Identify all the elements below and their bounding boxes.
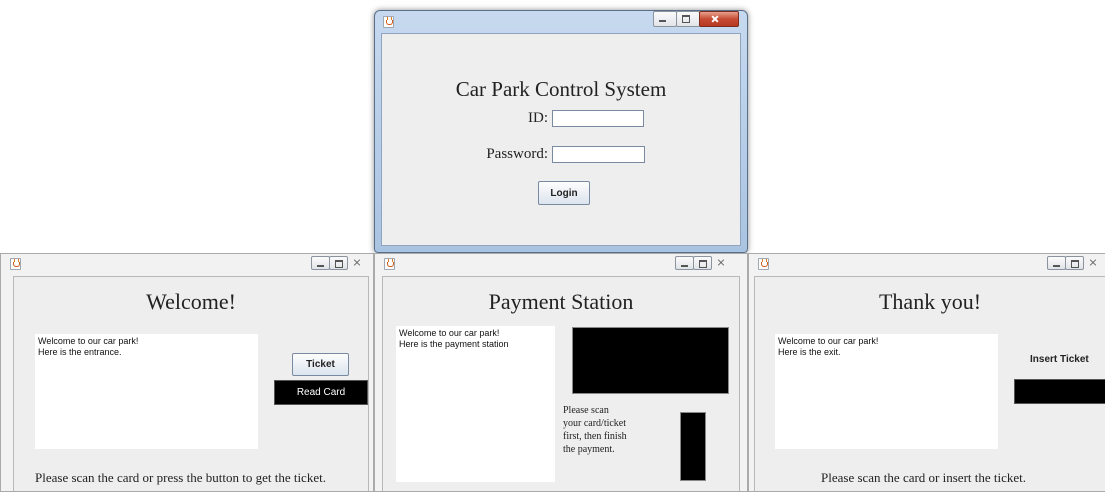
- maximize-icon[interactable]: [693, 256, 712, 270]
- entrance-titlebar[interactable]: [1, 254, 373, 272]
- exit-instruction: Please scan the card or insert the ticke…: [821, 470, 1027, 485]
- close-icon[interactable]: [347, 256, 367, 270]
- maximize-icon[interactable]: [676, 11, 700, 27]
- instruction-line: the payment.: [563, 444, 615, 455]
- ticket-slot[interactable]: [1014, 379, 1105, 404]
- payment-panel: Payment Station Welcome to our car park!…: [382, 276, 740, 491]
- payment-titlebar[interactable]: [375, 254, 747, 272]
- id-label: ID:: [528, 110, 548, 126]
- close-icon[interactable]: [699, 11, 739, 27]
- log-line: Welcome to our car park!: [778, 336, 879, 346]
- entrance-log[interactable]: Welcome to our car park! Here is the ent…: [35, 334, 258, 449]
- exit-window: Thank you! Welcome to our car park! Here…: [748, 253, 1105, 492]
- password-label: Password:: [486, 146, 548, 162]
- minimize-icon[interactable]: [653, 11, 677, 27]
- page-title: Payment Station: [488, 289, 634, 314]
- close-icon[interactable]: [711, 256, 739, 270]
- ticket-button[interactable]: Ticket: [292, 353, 349, 376]
- payment-display: [572, 327, 729, 394]
- login-window: Car Park Control System ID: Password: Lo…: [374, 10, 748, 253]
- password-field[interactable]: [552, 146, 645, 163]
- maximize-icon[interactable]: [1065, 256, 1084, 270]
- payment-log[interactable]: Welcome to our car park! Here is the pay…: [396, 326, 555, 482]
- payment-window: Payment Station Welcome to our car park!…: [374, 253, 748, 492]
- insert-ticket-button[interactable]: Insert Ticket: [1030, 354, 1089, 365]
- exit-titlebar[interactable]: [749, 254, 1105, 272]
- minimize-icon[interactable]: [1047, 256, 1066, 270]
- close-icon[interactable]: [1083, 256, 1103, 270]
- read-card-label: Read Card: [296, 387, 346, 398]
- java-icon: [758, 258, 769, 270]
- instruction-line: Please scan: [563, 405, 609, 416]
- id-field[interactable]: [552, 110, 644, 127]
- log-line: Here is the payment station: [399, 339, 509, 349]
- maximize-icon[interactable]: [329, 256, 348, 270]
- login-titlebar[interactable]: [375, 11, 747, 33]
- page-title: Car Park Control System: [455, 77, 667, 101]
- read-card-button[interactable]: Read Card: [274, 380, 368, 405]
- java-icon: [383, 16, 394, 28]
- entrance-instruction: Please scan the card or press the button…: [35, 470, 326, 485]
- exit-panel: Thank you! Welcome to our car park! Here…: [754, 276, 1105, 491]
- minimize-icon[interactable]: [675, 256, 694, 270]
- instruction-line: your card/ticket: [563, 418, 627, 429]
- java-icon: [10, 258, 21, 270]
- page-title: Welcome!: [146, 289, 236, 314]
- payment-instruction: Please scan your card/ticket first, then…: [563, 404, 627, 456]
- log-line: Here is the exit.: [778, 347, 841, 357]
- login-button[interactable]: Login: [538, 181, 590, 205]
- instruction-line: first, then finish: [563, 431, 627, 442]
- exit-log[interactable]: Welcome to our car park! Here is the exi…: [775, 334, 998, 449]
- payment-slot[interactable]: [680, 412, 706, 481]
- log-line: Welcome to our car park!: [399, 328, 500, 338]
- log-line: Welcome to our car park!: [38, 336, 139, 346]
- entrance-panel: Welcome! Welcome to our car park! Here i…: [13, 276, 369, 491]
- log-line: Here is the entrance.: [38, 347, 122, 357]
- java-icon: [384, 258, 395, 270]
- page-title: Thank you!: [878, 289, 982, 314]
- entrance-window: Welcome! Welcome to our car park! Here i…: [0, 253, 374, 492]
- minimize-icon[interactable]: [311, 256, 330, 270]
- login-panel: Car Park Control System ID: Password: Lo…: [381, 33, 741, 246]
